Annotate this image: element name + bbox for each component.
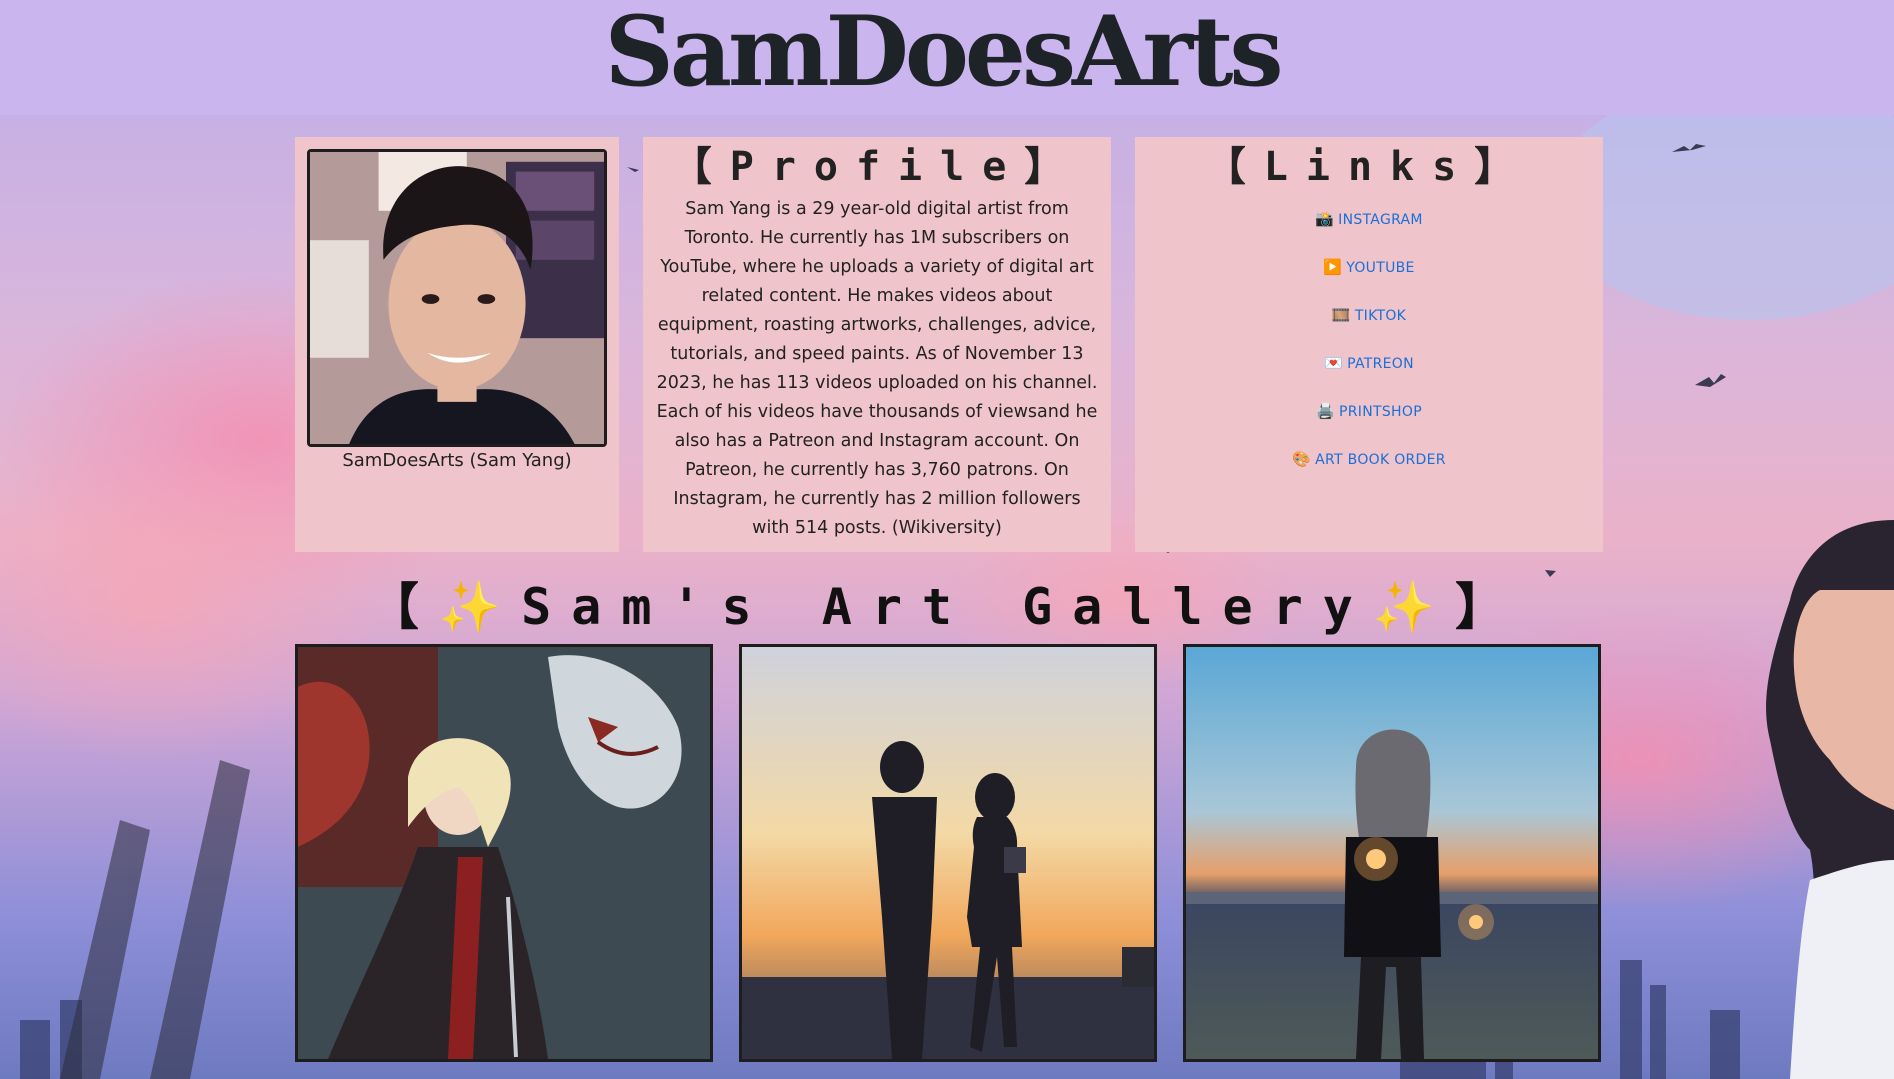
youtube-link[interactable]: ▶️ YOUTUBE — [1323, 258, 1414, 276]
avatar-caption: SamDoesArts (Sam Yang) — [342, 450, 572, 471]
art-book-order-link[interactable]: 🎨 ART BOOK ORDER — [1292, 450, 1446, 468]
link-item: 🎞️ TIKTOK — [1135, 291, 1603, 339]
profile-panel: 【Profile】 Sam Yang is a 29 year-old digi… — [643, 137, 1111, 552]
site-header: SamDoesArts — [0, 0, 1894, 115]
avatar-panel: SamDoesArts (Sam Yang) — [295, 137, 619, 552]
links-list: 📸 INSTAGRAM ▶️ YOUTUBE 🎞️ TIKTOK 💌 PATREON 🖨… — [1135, 195, 1603, 483]
love-letter-icon: 💌 — [1324, 354, 1344, 372]
avatar — [307, 149, 607, 447]
link-label: PRINTSHOP — [1339, 404, 1422, 420]
palette-icon: 🎨 — [1292, 450, 1312, 468]
links-panel: 【Links】 📸 INSTAGRAM ▶️ YOUTUBE 🎞️ TIKTOK 💌 P… — [1135, 137, 1603, 552]
instagram-link[interactable]: 📸 INSTAGRAM — [1315, 210, 1423, 228]
gallery-image-sunset-couple[interactable] — [739, 644, 1157, 1062]
link-label: YOUTUBE — [1346, 260, 1415, 276]
link-item: 🖨️ PRINTSHOP — [1135, 387, 1603, 435]
printshop-link[interactable]: 🖨️ PRINTSHOP — [1316, 402, 1422, 420]
link-label: INSTAGRAM — [1338, 212, 1423, 228]
link-label: PATREON — [1347, 356, 1414, 372]
links-heading: 【Links】 — [1205, 144, 1533, 190]
link-label: ART BOOK ORDER — [1315, 452, 1446, 468]
tiktok-link[interactable]: 🎞️ TIKTOK — [1332, 306, 1406, 324]
link-item: 📸 INSTAGRAM — [1135, 195, 1603, 243]
link-label: TIKTOK — [1354, 308, 1407, 324]
camera-icon: 📸 — [1315, 210, 1335, 228]
printer-icon: 🖨️ — [1316, 402, 1336, 420]
patreon-link[interactable]: 💌 PATREON — [1324, 354, 1414, 372]
gallery-heading: 【✨Sam's Art Gallery✨】 — [368, 578, 1526, 636]
gallery-image-warrior-dragon[interactable] — [295, 644, 713, 1062]
link-item: ▶️ YOUTUBE — [1135, 243, 1603, 291]
profile-text: Sam Yang is a 29 year-old digital artist… — [656, 199, 1098, 538]
gallery-image-sparkler-girl[interactable] — [1183, 644, 1601, 1062]
link-item: 🎨 ART BOOK ORDER — [1135, 435, 1603, 483]
film-icon: 🎞️ — [1331, 306, 1351, 324]
play-icon: ▶️ — [1323, 258, 1343, 276]
site-title: SamDoesArts — [604, 0, 1284, 108]
profile-heading: 【Profile】 — [671, 144, 1083, 190]
link-item: 💌 PATREON — [1135, 339, 1603, 387]
